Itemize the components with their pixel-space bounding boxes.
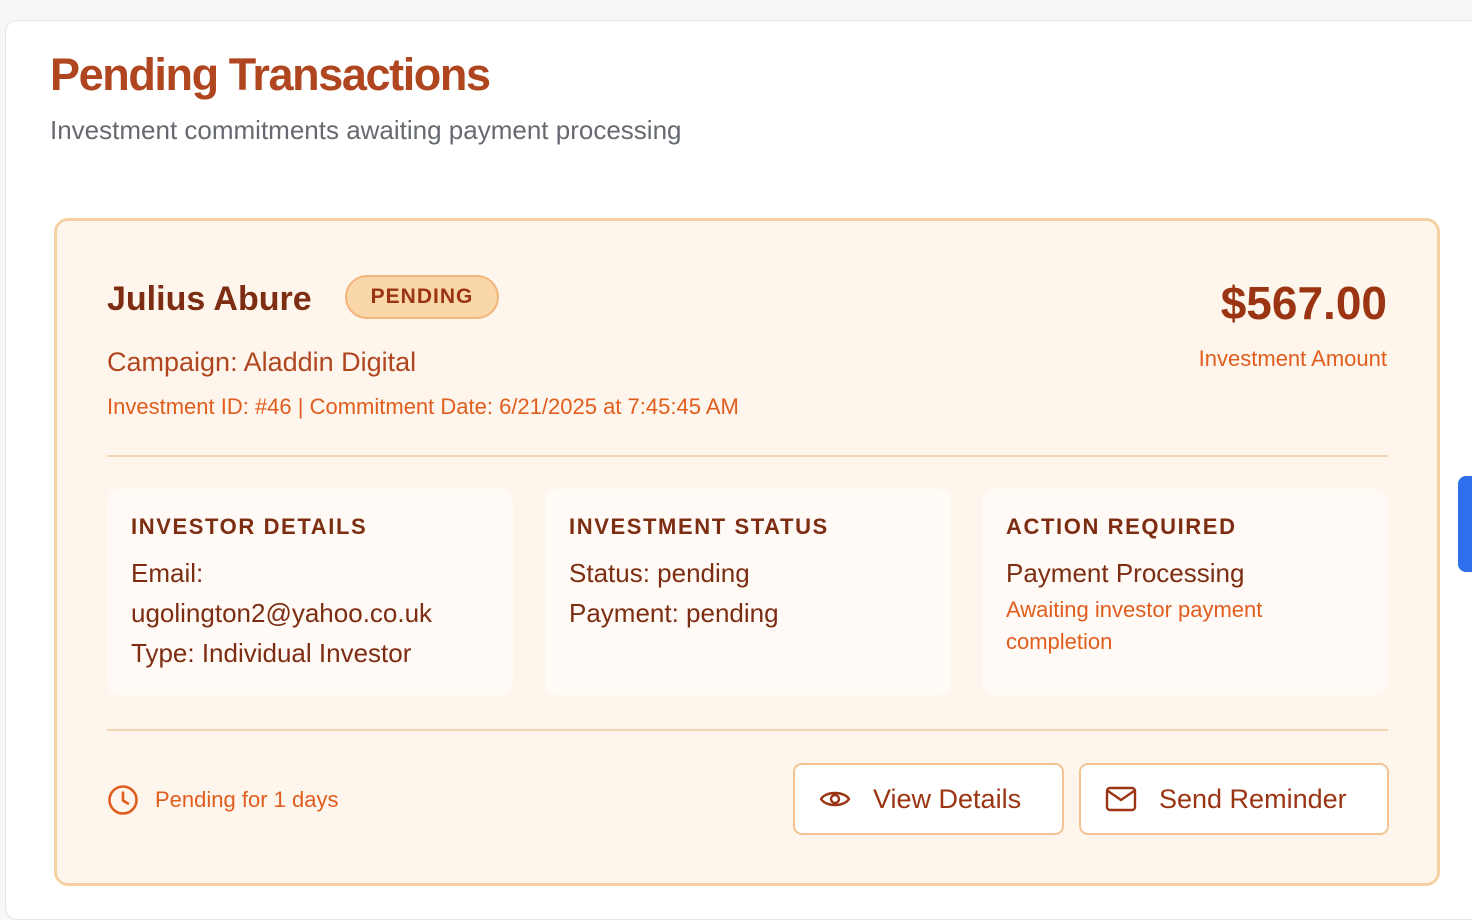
mail-icon bbox=[1105, 786, 1137, 812]
action-required-heading: ACTION REQUIRED bbox=[1006, 514, 1237, 539]
investor-details-heading: INVESTOR DETAILS bbox=[131, 514, 368, 539]
view-details-label: View Details bbox=[873, 783, 1022, 814]
pending-age-text: Pending for 1 days bbox=[155, 787, 339, 812]
status-value: Status: pending bbox=[569, 558, 750, 588]
transaction-card: Julius Abure PENDING Campaign: Aladdin D… bbox=[54, 218, 1440, 886]
investor-type: Type: Individual Investor bbox=[131, 638, 412, 668]
side-panel-tab[interactable] bbox=[1458, 476, 1472, 572]
action-name: Payment Processing bbox=[1006, 558, 1245, 588]
divider bbox=[107, 455, 1388, 457]
investment-status-heading: INVESTMENT STATUS bbox=[569, 514, 829, 539]
investment-status-box: INVESTMENT STATUS Status: pending Paymen… bbox=[545, 489, 951, 695]
action-note: Awaiting investor payment completion bbox=[1006, 597, 1263, 654]
clock-icon bbox=[107, 784, 139, 816]
status-badge: PENDING bbox=[345, 275, 499, 319]
divider bbox=[107, 729, 1388, 731]
campaign-name: Campaign: Aladdin Digital bbox=[107, 347, 417, 377]
payment-value: Payment: pending bbox=[569, 598, 779, 628]
email-label: Email: bbox=[131, 558, 204, 588]
eye-icon bbox=[819, 788, 851, 810]
page-subtitle: Investment commitments awaiting payment … bbox=[50, 115, 682, 145]
pending-age: Pending for 1 days bbox=[107, 783, 338, 817]
view-details-button[interactable]: View Details bbox=[793, 763, 1064, 835]
send-reminder-button[interactable]: Send Reminder bbox=[1079, 763, 1389, 835]
send-reminder-label: Send Reminder bbox=[1159, 783, 1347, 814]
action-required-box: ACTION REQUIRED Payment Processing Await… bbox=[982, 489, 1388, 695]
investment-amount: $567.00 bbox=[1220, 277, 1387, 329]
investor-name: Julius Abure bbox=[107, 280, 312, 318]
investment-meta: Investment ID: #46 | Commitment Date: 6/… bbox=[107, 394, 739, 419]
investor-details-box: INVESTOR DETAILS Email: ugolington2@yaho… bbox=[107, 489, 513, 695]
investment-amount-label: Investment Amount bbox=[1198, 346, 1387, 371]
page-title: Pending Transactions bbox=[50, 49, 491, 100]
email-value: ugolington2@yahoo.co.uk bbox=[131, 598, 433, 628]
